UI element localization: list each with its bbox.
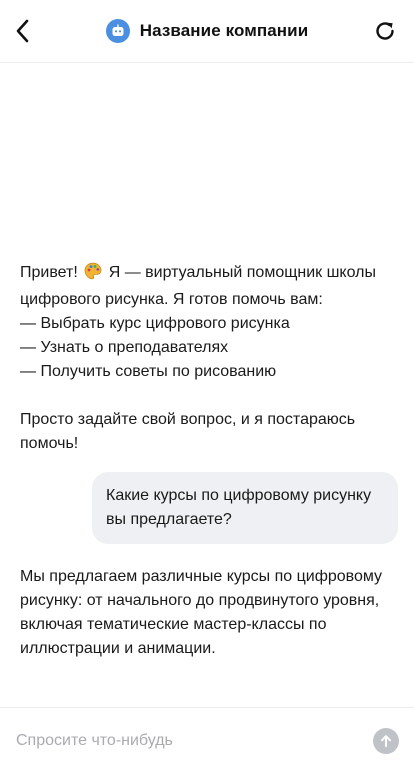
refresh-icon (376, 22, 394, 40)
header-title-group: Название компании (0, 18, 414, 44)
bot-icon (105, 19, 130, 43)
message-input[interactable] (16, 726, 356, 756)
palette-emoji-icon (84, 262, 102, 288)
refresh-button[interactable] (372, 18, 398, 44)
send-button[interactable] (373, 728, 399, 754)
bot-message-greeting: Привет! (20, 264, 78, 281)
message-composer (0, 707, 414, 770)
bot-message-intro: Я — виртуальный помощник школы цифрового… (20, 264, 376, 452)
user-message-text: Какие курсы по цифровому рисунку вы пред… (106, 487, 372, 528)
page-title: Название компании (139, 21, 309, 40)
bot-message: Привет! Я — виртуальный помощник школы ц… (20, 261, 398, 456)
bot-message-answer: Мы предлагаем различные курсы по цифрово… (20, 568, 383, 657)
chat-area[interactable]: Привет! Я — виртуальный помощник школы ц… (0, 64, 414, 706)
chat-header: Название компании (0, 0, 414, 63)
user-message-bubble: Какие курсы по цифровому рисунку вы пред… (92, 472, 398, 544)
arrow-up-icon (381, 735, 391, 747)
